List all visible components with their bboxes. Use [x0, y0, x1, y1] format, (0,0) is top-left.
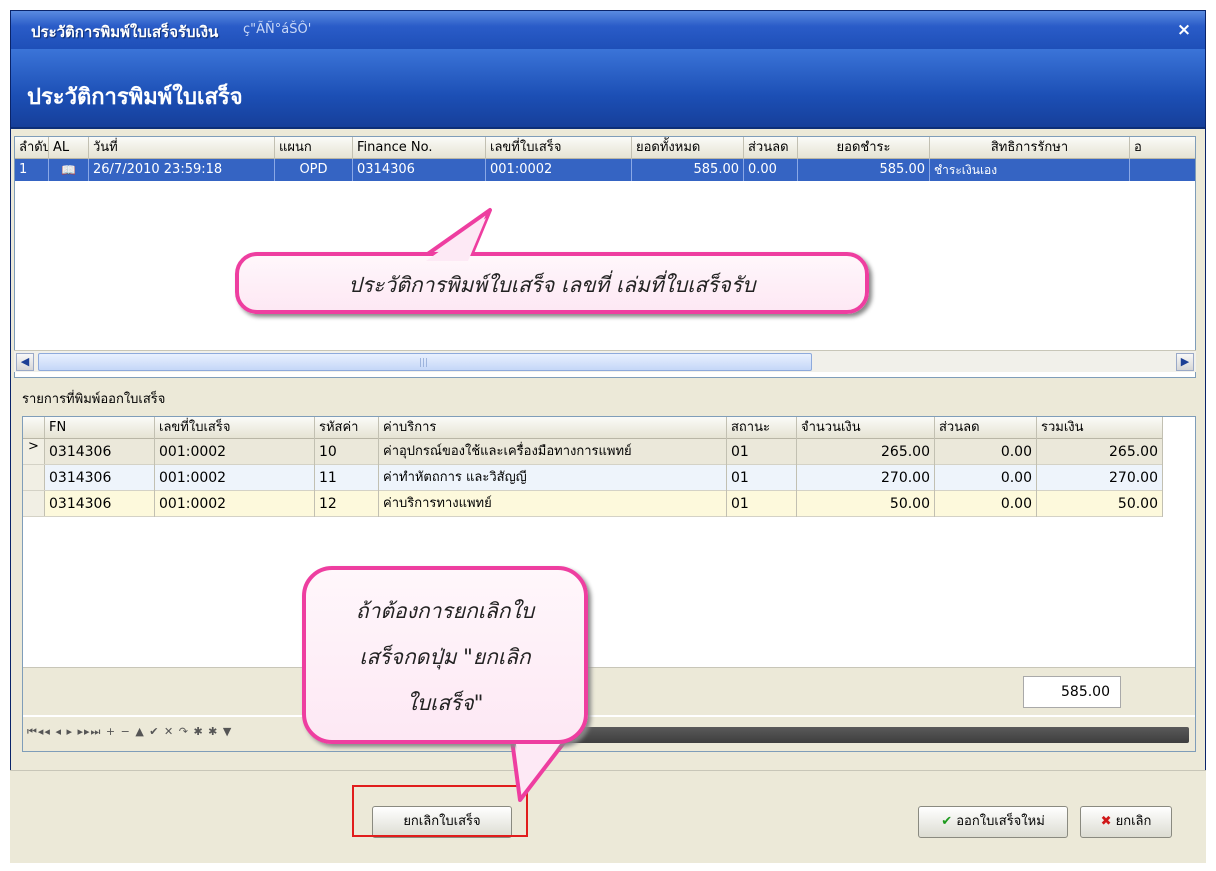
- header-banner: ประวัติการพิมพ์ใบเสร็จ: [11, 49, 1205, 129]
- cancel-hint-line-3: ใบเสร็จ": [406, 691, 484, 715]
- table-row[interactable]: 0314306 001:0002 12 ค่าบริการทางแพทย์ 01…: [23, 491, 1163, 517]
- row-total: 585.00: [632, 159, 744, 181]
- col-status[interactable]: สถานะ: [727, 417, 797, 439]
- item-status: 01: [727, 491, 797, 517]
- row-right: ชำระเงินเอง: [930, 159, 1130, 181]
- item-status: 01: [727, 465, 797, 491]
- cancel-hint-line-1: ถ้าต้องการยกเลิกใบ: [355, 599, 535, 623]
- col-seq[interactable]: ลำดับ: [15, 137, 49, 159]
- col-discount[interactable]: ส่วนลด: [744, 137, 798, 159]
- scroll-right-icon[interactable]: ▶: [1176, 353, 1194, 371]
- current-row-icon: >: [23, 439, 45, 464]
- col-finance-no[interactable]: Finance No.: [353, 137, 486, 159]
- scroll-left-icon[interactable]: ◀: [16, 353, 34, 371]
- item-discount: 0.00: [935, 465, 1037, 491]
- items-grid: FN เลขที่ใบเสร็จ รหัสค่าบริก ค่าบริการ ส…: [22, 416, 1196, 752]
- col-paid[interactable]: ยอดชำระ: [798, 137, 930, 159]
- col-right[interactable]: สิทธิการรักษา: [930, 137, 1130, 159]
- table-row[interactable]: > 0314306 001:0002 10 ค่าอุปกรณ์ของใช้แล…: [23, 439, 1163, 465]
- sum-total-field: 585.00: [1023, 676, 1121, 708]
- cancel-hint-text: ถ้าต้องการยกเลิกใบ เสร็จกดปุ่ม "ยกเลิก ใ…: [306, 588, 584, 726]
- item-total: 50.00: [1037, 491, 1163, 517]
- item-fn: 0314306: [45, 439, 155, 465]
- col-dept[interactable]: แผนก: [275, 137, 353, 159]
- item-discount: 0.00: [935, 491, 1037, 517]
- navigator-buttons-icon[interactable]: ⏮◂◂ ◂ ▸ ▸▸⏭ + − ▲ ✔ ✕ ↷ ✱ ✱ ▼: [27, 725, 232, 739]
- new-receipt-button[interactable]: ✔ ออกใบเสร็จใหม่: [918, 806, 1068, 838]
- col-fn[interactable]: FN: [45, 417, 155, 439]
- close-icon[interactable]: ×: [1173, 20, 1195, 40]
- row-date: 26/7/2010 23:59:18: [89, 159, 275, 181]
- table-row[interactable]: 1 📖 26/7/2010 23:59:18 OPD 0314306 001:0…: [15, 159, 1195, 181]
- item-receipt: 001:0002: [155, 491, 315, 517]
- title-bar[interactable]: ประวัติการพิมพ์ใบเสร็จรับเงิน ç"ÃÑ°áŠÔ' …: [11, 11, 1205, 49]
- item-fn: 0314306: [45, 491, 155, 517]
- col-service[interactable]: ค่าบริการ: [379, 417, 727, 439]
- cancel-label: ยกเลิก: [1115, 814, 1152, 829]
- header-indicator: [23, 417, 45, 438]
- item-status: 01: [727, 439, 797, 465]
- row-receipt-no: 001:0002: [486, 159, 632, 181]
- col-date[interactable]: วันที่: [89, 137, 275, 159]
- window-title-suffix: ç"ÃÑ°áŠÔ': [243, 22, 312, 37]
- row-seq: 1: [15, 159, 49, 181]
- item-code: 10: [315, 439, 379, 465]
- cancel-hint-line-2: เสร็จกดปุ่ม "ยกเลิก: [359, 645, 531, 669]
- row-dept: OPD: [275, 159, 353, 181]
- item-service: ค่าทำหัตถการ และวิสัญญี: [379, 465, 727, 491]
- row-indicator: [23, 465, 45, 490]
- items-section-label: รายการที่พิมพ์ออกใบเสร็จ: [22, 392, 166, 407]
- cancel-button[interactable]: ✖ ยกเลิก: [1080, 806, 1172, 838]
- x-icon: ✖: [1100, 814, 1112, 829]
- row-finance-no: 0314306: [353, 159, 486, 181]
- item-discount: 0.00: [935, 439, 1037, 465]
- scroll-thumb[interactable]: |||: [38, 353, 812, 371]
- items-footer: 585.00: [23, 667, 1195, 715]
- row-discount: 0.00: [744, 159, 798, 181]
- item-receipt: 001:0002: [155, 439, 315, 465]
- grip-icon: |||: [419, 358, 429, 368]
- col-code[interactable]: รหัสค่าบริก: [315, 417, 379, 439]
- cancel-hint-callout: ถ้าต้องการยกเลิกใบ เสร็จกดปุ่ม "ยกเลิก ใ…: [302, 566, 588, 744]
- col-line-total[interactable]: รวมเงิน: [1037, 417, 1163, 439]
- row-more: [1130, 159, 1195, 181]
- item-code: 11: [315, 465, 379, 491]
- col-receipt[interactable]: เลขที่ใบเสร็จ: [155, 417, 315, 439]
- col-item-discount[interactable]: ส่วนลด: [935, 417, 1037, 439]
- col-more[interactable]: อ: [1130, 137, 1195, 159]
- row-indicator: [23, 491, 45, 516]
- item-service: ค่าบริการทางแพทย์: [379, 491, 727, 517]
- item-amount: 270.00: [797, 465, 935, 491]
- col-al[interactable]: AL: [49, 137, 89, 159]
- row-paid: 585.00: [798, 159, 930, 181]
- item-amount: 265.00: [797, 439, 935, 465]
- col-receipt-no[interactable]: เลขที่ใบเสร็จ: [486, 137, 632, 159]
- window-title: ประวัติการพิมพ์ใบเสร็จรับเงิน: [31, 23, 219, 41]
- item-service: ค่าอุปกรณ์ของใช้และเครื่องมือทางการแพทย์: [379, 439, 727, 465]
- col-amount[interactable]: จำนวนเงิน: [797, 417, 935, 439]
- history-callout: ประวัติการพิมพ์ใบเสร็จ เลขที่ เล่มที่ใบเ…: [235, 252, 869, 314]
- history-callout-text: ประวัติการพิมพ์ใบเสร็จ เลขที่ เล่มที่ใบเ…: [348, 273, 756, 297]
- items-grid-header: FN เลขที่ใบเสร็จ รหัสค่าบริก ค่าบริการ ส…: [23, 417, 1163, 439]
- grid-navigator: ⏮◂◂ ◂ ▸ ▸▸⏭ + − ▲ ✔ ✕ ↷ ✱ ✱ ▼: [23, 717, 1195, 751]
- item-total: 265.00: [1037, 439, 1163, 465]
- history-grid-header: ลำดับ AL วันที่ แผนก Finance No. เลขที่ใ…: [15, 137, 1195, 159]
- col-total[interactable]: ยอดทั้งหมด: [632, 137, 744, 159]
- page-title: ประวัติการพิมพ์ใบเสร็จ: [27, 85, 243, 110]
- item-fn: 0314306: [45, 465, 155, 491]
- item-code: 12: [315, 491, 379, 517]
- new-receipt-label: ออกใบเสร็จใหม่: [956, 814, 1045, 829]
- check-icon: ✔: [941, 814, 953, 829]
- item-receipt: 001:0002: [155, 465, 315, 491]
- item-total: 270.00: [1037, 465, 1163, 491]
- book-icon: 📖: [49, 159, 89, 181]
- highlight-frame: [352, 785, 528, 837]
- history-horizontal-scrollbar[interactable]: ◀ ||| ▶: [14, 350, 1196, 372]
- table-row[interactable]: 0314306 001:0002 11 ค่าทำหัตถการ และวิสั…: [23, 465, 1163, 491]
- item-amount: 50.00: [797, 491, 935, 517]
